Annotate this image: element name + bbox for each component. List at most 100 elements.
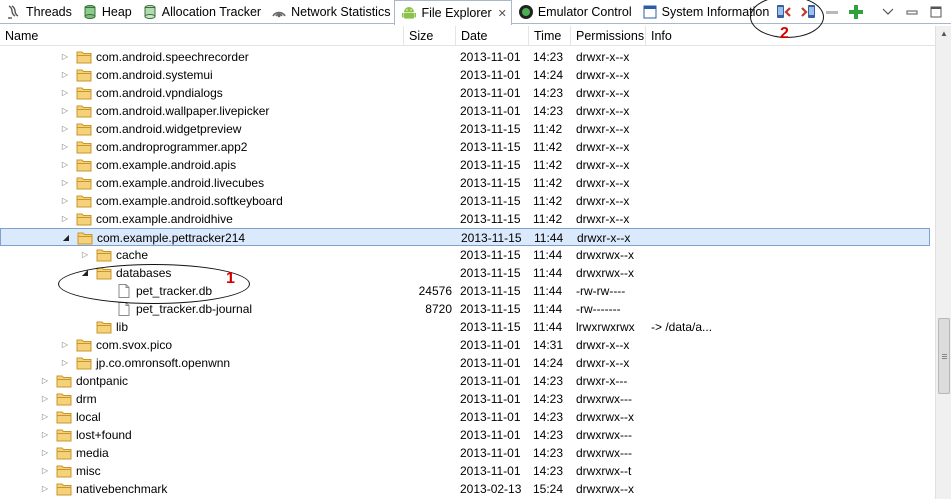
- row-name: com.example.android.livecubes: [96, 176, 265, 190]
- folder-row[interactable]: lib 2013-11-15 11:44 lrwxrwxrwx -> /data/a..…: [0, 318, 930, 336]
- row-size: [404, 84, 452, 102]
- folder-row[interactable]: ▷ dontpanic 2013-11-01 14:23 drwxr-x---: [0, 372, 930, 390]
- tree-expand-arrow-icon[interactable]: ▷: [60, 66, 70, 84]
- tab-heap[interactable]: Heap: [76, 0, 136, 24]
- tab-emulator-control[interactable]: Emulator Control: [512, 0, 636, 24]
- row-name: com.android.speechrecorder: [96, 50, 249, 64]
- maximize-icon[interactable]: [927, 3, 945, 21]
- tree-expand-arrow-icon[interactable]: ▷: [60, 210, 70, 228]
- folder-row[interactable]: ▷ com.android.systemui 2013-11-01 14:24 drwx…: [0, 66, 930, 84]
- tree-expand-arrow-icon[interactable]: ▷: [40, 480, 50, 498]
- folder-row[interactable]: ▷ misc 2013-11-01 14:23 drwxrwx--t: [0, 462, 930, 480]
- tree-expand-arrow-icon[interactable]: ▷: [40, 426, 50, 444]
- row-info: [651, 174, 921, 192]
- row-name: lib: [116, 320, 129, 334]
- folder-row[interactable]: ▷ com.android.vpndialogs 2013-11-01 14:23 dr…: [0, 84, 930, 102]
- scroll-up-arrow-icon[interactable]: ▲: [936, 26, 951, 42]
- folder-row[interactable]: ▷ com.android.wallpaper.livepicker 2013-11…: [0, 102, 930, 120]
- row-date: 2013-11-15: [460, 320, 521, 334]
- folder-row[interactable]: ▷ cache 2013-11-15 11:44 drwxrwx--x: [0, 246, 930, 264]
- row-permissions: drwxr-x--x: [576, 176, 630, 190]
- row-info: [651, 426, 921, 444]
- tree-expand-arrow-icon[interactable]: ▷: [40, 462, 50, 480]
- folder-row[interactable]: ▷ com.android.widgetpreview 2013-11-15 11:4…: [0, 120, 930, 138]
- folder-row[interactable]: ▷ com.example.android.softkeyboard 2013-11…: [0, 192, 930, 210]
- row-info: [651, 66, 921, 84]
- tree-expand-arrow-icon[interactable]: ▷: [60, 174, 70, 192]
- tab-label: Network Statistics: [291, 5, 391, 19]
- folder-row[interactable]: ▷ local 2013-11-01 14:23 drwxrwx--x: [0, 408, 930, 426]
- tree-expand-arrow-icon[interactable]: ▷: [60, 120, 70, 138]
- row-name: cache: [116, 248, 149, 262]
- tree-expand-arrow-icon[interactable]: ▷: [60, 336, 70, 354]
- folder-icon: [56, 446, 72, 460]
- row-permissions: drwxr-x---: [576, 374, 628, 388]
- row-time: 14:23: [533, 410, 564, 424]
- tree-expand-arrow-icon[interactable]: ▷: [40, 390, 50, 408]
- folder-row[interactable]: ▷ com.example.android.livecubes 2013-11-15…: [0, 174, 930, 192]
- tree-expand-arrow-icon[interactable]: ▷: [60, 84, 70, 102]
- delete-icon[interactable]: [823, 3, 841, 21]
- tree-expand-arrow-icon[interactable]: ▷: [80, 246, 90, 264]
- row-info: [651, 84, 921, 102]
- tree-expand-arrow-icon[interactable]: ▷: [60, 102, 70, 120]
- row-info: [651, 390, 921, 408]
- tree-collapse-arrow-icon[interactable]: ◢: [61, 229, 71, 247]
- tab-label: Threads: [26, 5, 72, 19]
- tree-expand-arrow-icon[interactable]: ▷: [40, 372, 50, 390]
- row-permissions: drwxrwx--x: [576, 248, 634, 262]
- tab-label: Allocation Tracker: [161, 5, 262, 19]
- tree-expand-arrow-icon[interactable]: ▷: [40, 444, 50, 462]
- view-menu-icon[interactable]: [879, 3, 897, 21]
- folder-row[interactable]: ▷ com.example.androidhive 2013-11-15 11:42 d…: [0, 210, 930, 228]
- row-size: [404, 102, 452, 120]
- folder-row[interactable]: ▷ nativebenchmark 2013-02-13 15:24 drwxrwx--…: [0, 480, 930, 498]
- row-time: 14:23: [533, 104, 564, 118]
- folder-row[interactable]: ▷ lost+found 2013-11-01 14:23 drwxrwx---: [0, 426, 930, 444]
- tab-file-explorer[interactable]: File Explorer ✕: [394, 0, 512, 25]
- folder-row[interactable]: ▷ jp.co.omronsoft.openwnn 2013-11-01 14:24 d…: [0, 354, 930, 372]
- folder-row[interactable]: ▷ com.android.speechrecorder 2013-11-01 14:…: [0, 48, 930, 66]
- new-folder-plus-icon[interactable]: [847, 3, 865, 21]
- folder-icon: [76, 176, 92, 190]
- folder-row[interactable]: ◢ com.example.pettracker214 2013-11-15 11:4…: [0, 228, 930, 246]
- row-size: [404, 444, 452, 462]
- tree-expand-arrow-icon[interactable]: ▷: [60, 354, 70, 372]
- tree-expand-arrow-icon[interactable]: ▷: [60, 192, 70, 210]
- row-size: [404, 120, 452, 138]
- column-header-permissions[interactable]: Permissions: [571, 26, 646, 46]
- row-time: 11:44: [534, 231, 564, 245]
- row-info: [651, 372, 921, 390]
- tree-expand-arrow-icon[interactable]: ▷: [60, 138, 70, 156]
- row-permissions: drwxr-x--x: [576, 194, 630, 208]
- row-date: 2013-11-01: [460, 356, 521, 370]
- folder-row[interactable]: ▷ drm 2013-11-01 14:23 drwxrwx---: [0, 390, 930, 408]
- folder-row[interactable]: ▷ com.androprogrammer.app2 2013-11-15 11:42…: [0, 138, 930, 156]
- row-info: [651, 138, 921, 156]
- annotation-ellipse-1: [58, 264, 250, 304]
- tab-network-statistics[interactable]: Network Statistics: [265, 0, 394, 24]
- close-tab-icon[interactable]: ✕: [498, 7, 507, 20]
- tab-threads[interactable]: Threads: [0, 0, 76, 24]
- folder-row[interactable]: ▷ media 2013-11-01 14:23 drwxrwx---: [0, 444, 930, 462]
- column-header-date[interactable]: Date: [456, 26, 529, 46]
- folder-row[interactable]: ▷ com.example.android.apis 2013-11-15 11:42…: [0, 156, 930, 174]
- column-header-name[interactable]: Name: [0, 26, 404, 46]
- column-header-size[interactable]: Size: [404, 26, 456, 46]
- minimize-icon[interactable]: [903, 3, 921, 21]
- row-time: 15:24: [533, 482, 564, 496]
- folder-row[interactable]: ▷ com.svox.pico 2013-11-01 14:31 drwxr-x--x: [0, 336, 930, 354]
- row-date: 2013-11-01: [460, 428, 521, 442]
- scrollbar-thumb[interactable]: [938, 318, 950, 394]
- vertical-scrollbar[interactable]: ▲: [935, 26, 951, 499]
- annotation-number-2: 2: [780, 25, 789, 42]
- tab-allocation-tracker[interactable]: Allocation Tracker: [136, 0, 265, 24]
- tree-expand-arrow-icon[interactable]: ▷: [60, 156, 70, 174]
- row-time: 14:23: [533, 428, 564, 442]
- row-permissions: drwxr-x--x: [576, 86, 630, 100]
- tree-expand-arrow-icon[interactable]: ▷: [40, 408, 50, 426]
- row-permissions: drwxrwx---: [576, 428, 632, 442]
- column-header-time[interactable]: Time: [529, 26, 571, 46]
- folder-icon: [76, 212, 92, 226]
- tree-expand-arrow-icon[interactable]: ▷: [60, 48, 70, 66]
